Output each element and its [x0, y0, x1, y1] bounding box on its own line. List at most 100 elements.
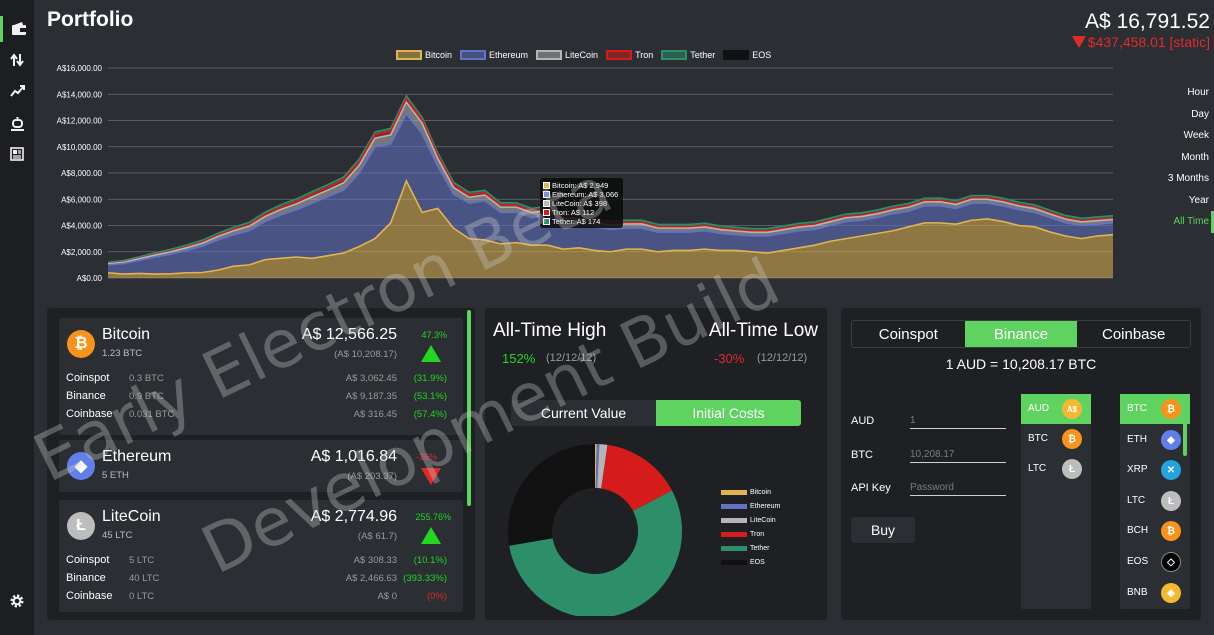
all-time-low-percent: -30% [714, 351, 745, 366]
to-currency-item[interactable]: BNB ◈ [1120, 578, 1190, 608]
legend-item[interactable]: Tron [606, 50, 653, 60]
coin-cost: (A$ 10,208.17) [334, 349, 397, 360]
page-title: Portfolio [47, 8, 134, 31]
to-currency-item[interactable]: LTC Ł [1120, 486, 1190, 516]
chart-tooltip: Bitcoin: A$ 2,949 Ethereum: A$ 3,066 Lit… [540, 178, 623, 228]
btc-input[interactable]: 10,208.17 [910, 449, 1006, 463]
aud-icon: A$ [1062, 399, 1082, 419]
legend-item[interactable]: LiteCoin [536, 50, 598, 60]
value-toggle: Current Value Initial Costs [511, 400, 801, 426]
coin-card-ethereum[interactable]: ◆ Ethereum 5 ETH A$ 1,016.84 (A$ 203.37)… [59, 440, 463, 492]
tooltip-swatch [543, 191, 550, 198]
portfolio-chart[interactable]: A$0.00 A$2,000.00 A$4,000.00 A$6,000.00 A$8,… [40, 60, 1120, 285]
range-month[interactable]: Month [1154, 147, 1214, 169]
transfer-icon[interactable] [0, 47, 34, 73]
initial-costs-button[interactable]: Initial Costs [656, 400, 801, 426]
exchange-value: A$ 316.45 [353, 409, 397, 420]
coin-card-litecoin[interactable]: Ł LiteCoin 45 LTC A$ 2,774.96 (A$ 61.7) … [59, 500, 463, 612]
tooltip-swatch [543, 218, 550, 225]
bitcoin-icon: ₿ [67, 330, 95, 358]
exchange-amount: 40 LTC [129, 573, 160, 584]
donut-legend-swatch [721, 503, 747, 509]
exchange-percent: (393.33%) [403, 573, 447, 584]
aud-input[interactable]: 1 [910, 415, 1006, 429]
range-day[interactable]: Day [1154, 104, 1214, 126]
exchange-name: Coinspot [66, 554, 110, 566]
coin-amount: 45 LTC [102, 530, 133, 541]
buy-button[interactable]: Buy [851, 517, 915, 543]
from-currency-item[interactable]: LTC Ł [1021, 454, 1091, 484]
tooltip-row: Bitcoin: A$ 2,949 [543, 181, 620, 190]
to-currency-item[interactable]: EOS ◇ [1120, 547, 1190, 577]
to-currency-list: BTC ₿ ETH ◆ XRP ✕ LTC Ł BCH ₿ EOS ◇ BNB ◈ [1120, 394, 1190, 609]
donut-slice-eos[interactable] [508, 444, 597, 546]
exchange-row: Binance 40 LTC A$ 2,466.63 (393.33%) [66, 572, 447, 586]
gear-icon[interactable] [0, 588, 34, 614]
exchange-percent: (57.4%) [413, 409, 447, 420]
exchange-value: A$ 2,466.63 [345, 573, 397, 584]
from-currency-item[interactable]: BTC ₿ [1021, 424, 1091, 454]
donut-legend-item: Ethereum [721, 499, 780, 513]
donut-legend: Bitcoin Ethereum LiteCoin Tron Tether EO… [721, 485, 780, 569]
trend-icon[interactable] [0, 78, 34, 104]
legend-item[interactable]: Ethereum [460, 50, 528, 60]
btc-icon: ₿ [1062, 429, 1082, 449]
exchange-value: A$ 308.33 [353, 555, 397, 566]
stats-panel: All-Time High All-Time Low 152% (12/12/1… [485, 308, 827, 620]
y-tick-label: A$14,000.00 [57, 90, 103, 99]
tooltip-label: Tron: A$ 112 [552, 208, 595, 217]
coin-name: LiteCoin [102, 508, 161, 525]
coin-card-bitcoin[interactable]: ₿ Bitcoin 1.23 BTC A$ 12,566.25 (A$ 10,2… [59, 318, 463, 435]
tab-coinbase[interactable]: Coinbase [1077, 321, 1190, 347]
api-key-input[interactable]: Password [910, 482, 1006, 496]
time-range-selector: Hour Day Week Month 3 Months Year All Ti… [1154, 82, 1214, 233]
coin-value: A$ 2,774.96 [310, 508, 397, 525]
legend-item[interactable]: Bitcoin [396, 50, 452, 60]
legend-item[interactable]: EOS [723, 50, 771, 60]
tooltip-row: Ethereum: A$ 3,066 [543, 190, 620, 199]
exchange-value: A$ 0 [377, 591, 397, 602]
scrollbar[interactable] [1183, 394, 1187, 456]
range-hour[interactable]: Hour [1154, 82, 1214, 104]
tooltip-swatch [543, 200, 550, 207]
tooltip-swatch [543, 182, 550, 189]
legend-item[interactable]: Tether [661, 50, 715, 60]
y-tick-label: A$4,000.00 [61, 222, 102, 231]
tab-binance[interactable]: Binance [964, 321, 1078, 347]
from-currency-item[interactable]: AUD A$ [1021, 394, 1091, 424]
litecoin-icon: Ł [67, 512, 95, 540]
tab-coinspot[interactable]: Coinspot [852, 321, 965, 347]
exchange-tabs: Coinspot Binance Coinbase [851, 320, 1191, 348]
coin-cost: (A$ 203.37) [347, 471, 397, 482]
to-currency-item[interactable]: XRP ✕ [1120, 455, 1190, 485]
scrollbar[interactable] [467, 310, 471, 506]
exchange-percent: (0%) [426, 591, 447, 602]
donut-legend-label: EOS [750, 558, 765, 566]
donut-legend-label: LiteCoin [750, 516, 776, 524]
wallet-icon[interactable] [0, 16, 34, 42]
range-week[interactable]: Week [1154, 125, 1214, 147]
news-icon[interactable] [0, 141, 34, 167]
from-currency-list: AUD A$ BTC ₿ LTC Ł [1021, 394, 1091, 609]
to-currency-item[interactable]: BCH ₿ [1120, 516, 1190, 546]
donut-slice-tron[interactable] [600, 444, 673, 512]
range-3-months[interactable]: 3 Months [1154, 168, 1214, 190]
coin-percent: 47.3% [421, 330, 447, 340]
range-year[interactable]: Year [1154, 190, 1214, 212]
currency-label: BNB [1127, 587, 1148, 598]
allocation-donut-chart[interactable] [503, 441, 687, 616]
donut-legend-swatch [721, 517, 747, 523]
to-currency-item[interactable]: BTC ₿ [1120, 394, 1190, 424]
tooltip-label: Ethereum: A$ 3,066 [552, 190, 619, 199]
exchange-panel: Coinspot Binance Coinbase 1 AUD = 10,208… [841, 308, 1201, 620]
range-all-time[interactable]: All Time [1154, 211, 1214, 233]
to-currency-item[interactable]: ETH ◆ [1120, 425, 1190, 455]
currency-label: BTC [1127, 403, 1147, 414]
current-value-button[interactable]: Current Value [511, 400, 656, 426]
all-time-low-date: (12/12/12) [757, 352, 808, 364]
exchange-name: Binance [66, 390, 106, 402]
api-key-label: API Key [851, 482, 891, 494]
coin-percent: -36% [415, 452, 437, 462]
donut-slice-litecoin[interactable] [596, 444, 608, 489]
bot-icon[interactable] [0, 110, 34, 136]
